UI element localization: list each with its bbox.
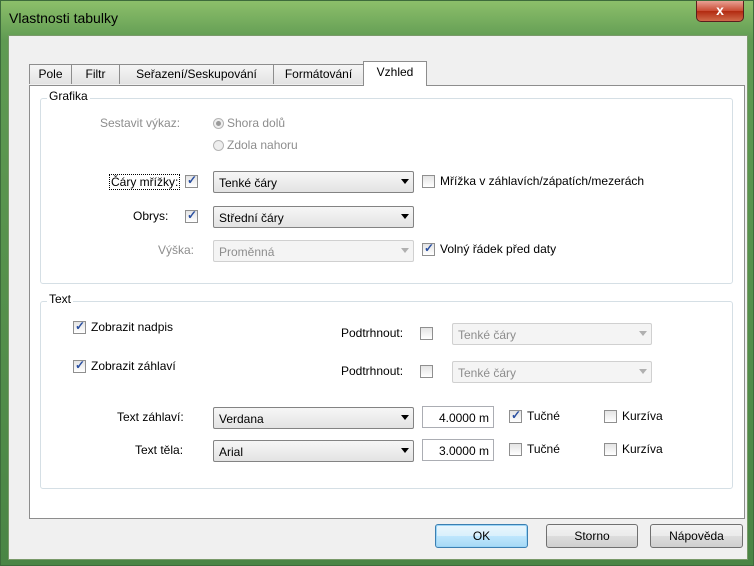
text-zahlavi-size-input[interactable]: 4.0000 m [422, 406, 494, 428]
napoveda-button[interactable]: Nápověda [650, 524, 743, 548]
close-button[interactable]: x [696, 1, 744, 22]
cary-mrizky-label: Čáry mřížky: [109, 174, 181, 190]
zobrazit-zahlavi-label: Zobrazit záhlaví [91, 359, 176, 373]
tab-panel-vzhled: Grafika Sestavit výkaz: Shora dolů Zdola… [29, 85, 745, 519]
tela-tucne-label: Tučné [527, 442, 560, 456]
zahlavi-kurziva-label: Kurzíva [622, 409, 663, 423]
volny-radek-label: Volný řádek před daty [440, 242, 557, 256]
tela-tucne-checkbox[interactable] [509, 443, 522, 456]
text-tela-size-input[interactable]: 3.0000 m [422, 439, 494, 461]
podtrhnout2-label: Podtrhnout: [341, 364, 404, 378]
podtrhnout2-checkbox[interactable] [420, 365, 433, 378]
text-legend: Text [47, 292, 74, 306]
obrys-dropdown[interactable]: Střední čáry [213, 206, 414, 228]
text-tela-font-dropdown[interactable]: Arial [213, 440, 414, 462]
zahlavi-kurziva-checkbox[interactable] [604, 410, 617, 423]
radio-shora-label: Shora dolů [227, 116, 286, 130]
chevron-down-icon [401, 179, 409, 184]
cary-mrizky-checkbox[interactable] [185, 173, 198, 188]
title-bar[interactable]: Vlastnosti tabulky x [1, 1, 753, 35]
tab-formatovani[interactable]: Formátování [273, 64, 364, 84]
tela-kurziva-label: Kurzíva [622, 442, 663, 456]
grafika-legend: Grafika [47, 89, 90, 103]
storno-button[interactable]: Storno [546, 524, 638, 548]
tab-filtr[interactable]: Filtr [71, 64, 120, 84]
radio-zdola[interactable] [213, 140, 224, 151]
podtrhnout1-checkbox[interactable] [420, 327, 433, 340]
chevron-down-icon [639, 369, 647, 374]
tab-vzhled[interactable]: Vzhled [363, 61, 427, 86]
podtrhnout1-label: Podtrhnout: [341, 326, 404, 340]
chevron-down-icon [401, 448, 409, 453]
text-zahlavi-label: Text záhlaví: [117, 410, 184, 424]
zobrazit-nadpis-label: Zobrazit nadpis [91, 320, 174, 334]
tela-kurziva-checkbox[interactable] [604, 443, 617, 456]
radio-zdola-label: Zdola nahoru [227, 138, 298, 152]
text-tela-label: Text těla: [135, 443, 184, 457]
tab-pole[interactable]: Pole [29, 64, 72, 84]
radio-shora[interactable] [213, 118, 224, 129]
obrys-label: Obrys: [133, 209, 169, 223]
zobrazit-zahlavi-checkbox[interactable] [73, 358, 86, 373]
vyska-dropdown[interactable]: Proměnná [213, 240, 414, 262]
zahlavi-tucne-checkbox[interactable] [509, 408, 522, 423]
cary-mrizky-dropdown[interactable]: Tenké čáry [213, 171, 414, 193]
zobrazit-nadpis-checkbox[interactable] [73, 319, 86, 334]
chevron-down-icon [639, 331, 647, 336]
mrizka-label: Mřížka v záhlavích/zápatích/mezerách [440, 174, 645, 188]
volny-radek-checkbox[interactable] [422, 241, 435, 256]
chevron-down-icon [401, 248, 409, 253]
tab-serazeni[interactable]: Seřazení/Seskupování [119, 64, 274, 84]
window-title: Vlastnosti tabulky [9, 10, 118, 26]
dialog-window: Vlastnosti tabulky x Pole Filtr Seřazení… [0, 0, 754, 566]
podtrhnout1-dropdown[interactable]: Tenké čáry [452, 323, 652, 345]
chevron-down-icon [401, 214, 409, 219]
obrys-checkbox[interactable] [185, 208, 198, 223]
podtrhnout2-dropdown[interactable]: Tenké čáry [452, 361, 652, 383]
vyska-label: Výška: [158, 243, 195, 257]
zahlavi-tucne-label: Tučné [527, 409, 560, 423]
close-icon: x [716, 2, 724, 18]
text-zahlavi-font-dropdown[interactable]: Verdana [213, 407, 414, 429]
ok-button[interactable]: OK [435, 524, 528, 548]
dialog-client: Pole Filtr Seřazení/Seskupování Formátov… [8, 35, 748, 560]
mrizka-checkbox[interactable] [422, 175, 435, 188]
chevron-down-icon [401, 415, 409, 420]
sestavit-label: Sestavit výkaz: [100, 116, 181, 130]
